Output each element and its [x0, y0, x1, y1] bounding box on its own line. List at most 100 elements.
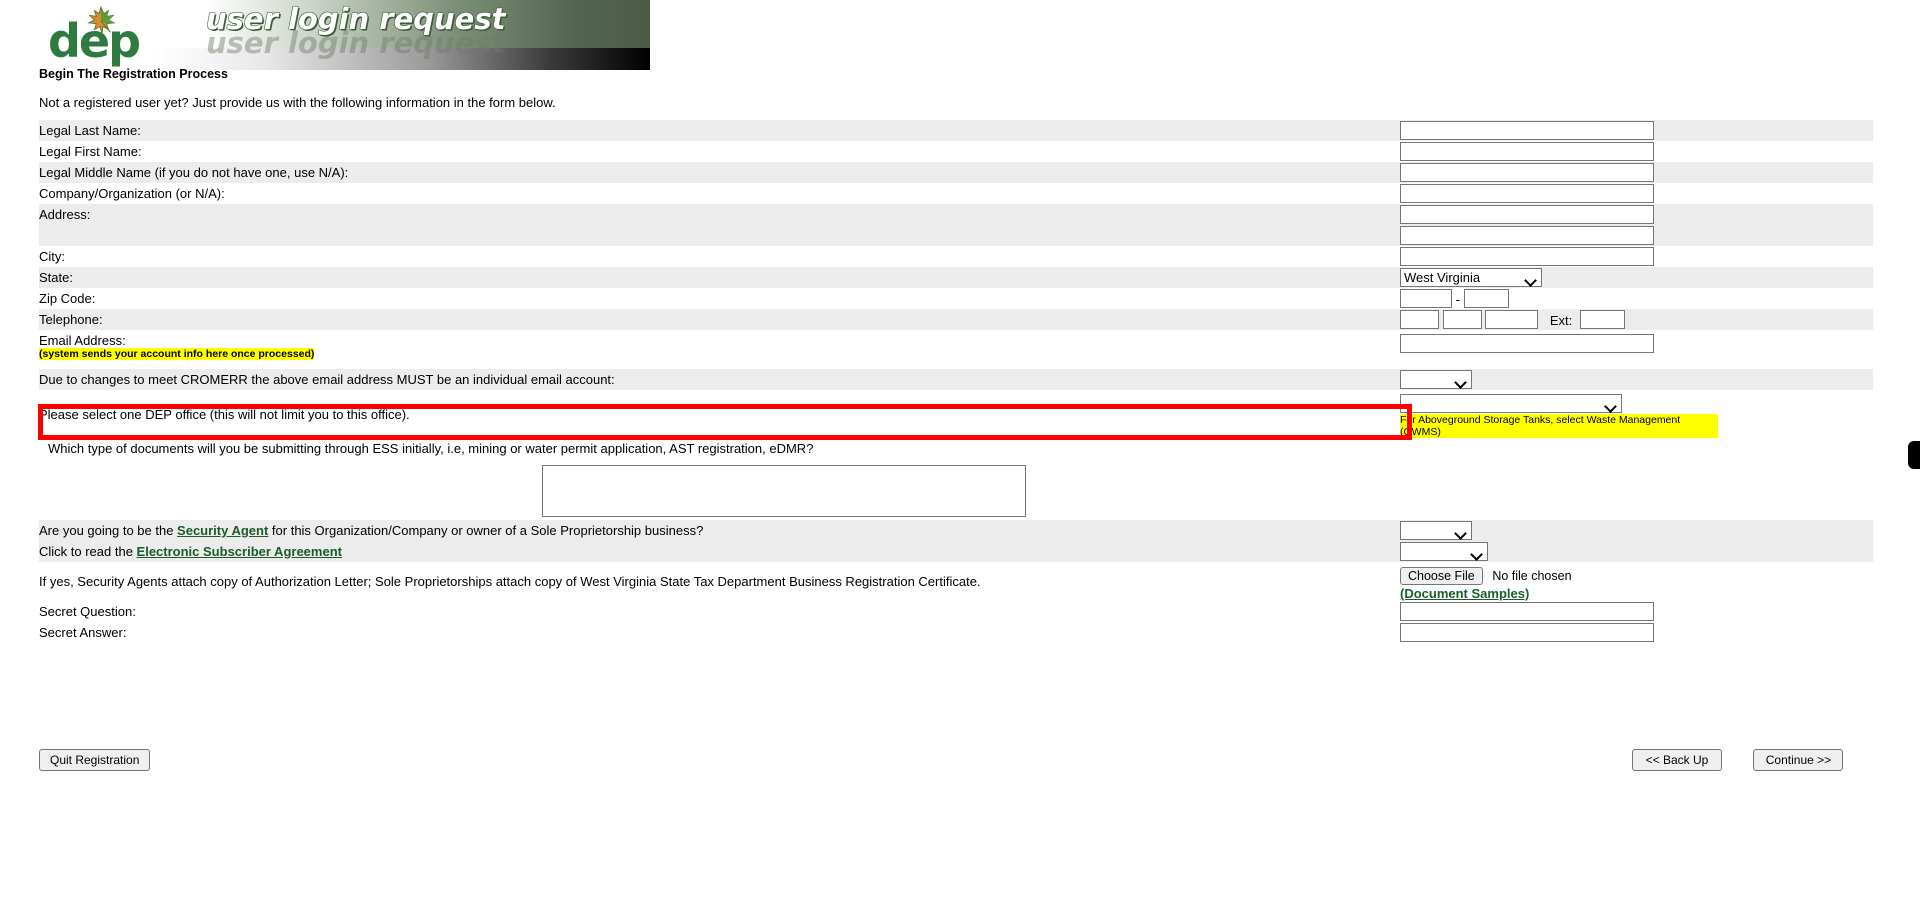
maple-leaf-icon [87, 6, 116, 35]
cell-security-agent [1400, 520, 1718, 541]
spacer-cell [1718, 120, 1873, 141]
legal-first-name-input[interactable] [1400, 142, 1654, 161]
quit-registration-button[interactable]: Quit Registration [39, 749, 151, 771]
company-input[interactable] [1400, 184, 1654, 203]
spacer-cell [1718, 622, 1873, 643]
document-samples-link[interactable]: (Document Samples) [1400, 586, 1529, 601]
security-agent-text-pre: Are you going to be the [39, 523, 178, 538]
file-chosen-status: No file chosen [1492, 569, 1572, 583]
label-telephone: Telephone: [39, 309, 1400, 330]
telephone-prefix-input[interactable] [1442, 310, 1482, 329]
label-address-2 [39, 225, 1400, 246]
cell-legal-first-name [1400, 141, 1718, 162]
cell-address-2 [1400, 225, 1718, 246]
spacer-cell [1718, 246, 1873, 267]
email-note: (system sends your account info here onc… [39, 348, 315, 360]
spacer-cell [1718, 225, 1873, 246]
quit-registration-wrap: Quit Registration [39, 749, 151, 771]
zip-plus4-input[interactable] [1463, 289, 1509, 308]
row-legal-middle-name: Legal Middle Name (if you do not have on… [39, 162, 1873, 183]
cell-city [1400, 246, 1718, 267]
state-select-wrapper: West Virginia [1400, 268, 1542, 287]
spacer-cell [1718, 204, 1873, 225]
dep-logo: dep [48, 6, 156, 66]
subscriber-text-pre: Click to read the [39, 544, 137, 559]
zip-code-input[interactable] [1400, 289, 1452, 308]
label-legal-last-name: Legal Last Name: [39, 120, 1400, 141]
intro-paragraph: Not a registered user yet? Just provide … [39, 95, 556, 110]
legal-middle-name-input[interactable] [1400, 163, 1654, 182]
row-telephone: Telephone: Ext: [39, 309, 1873, 330]
electronic-subscriber-agreement-link[interactable]: Electronic Subscriber Agreement [137, 544, 342, 559]
document-samples-wrap: (Document Samples) [1400, 586, 1718, 601]
label-extension: Ext: [1549, 313, 1573, 329]
dep-office-select[interactable] [1400, 394, 1622, 413]
cell-secret-answer [1400, 622, 1718, 643]
row-secret-answer: Secret Answer: [39, 622, 1873, 643]
choose-file-button[interactable]: Choose File [1400, 567, 1483, 585]
continue-button[interactable]: Continue >> [1753, 749, 1844, 771]
page-banner: user login request user login request de… [46, 0, 650, 70]
cromerr-select-wrapper [1400, 370, 1472, 389]
spacer-cell [1718, 601, 1873, 622]
subscriber-agreement-select[interactable] [1400, 542, 1488, 561]
security-agent-link[interactable]: Security Agent [177, 523, 268, 538]
state-select[interactable]: West Virginia [1400, 268, 1542, 287]
back-up-button[interactable]: << Back Up [1632, 749, 1722, 771]
spacer-cell [1718, 162, 1873, 183]
label-zip: Zip Code: [39, 288, 1400, 309]
row-email-address: Email Address: (system sends your accoun… [39, 330, 1873, 369]
label-dep-office: Please select one DEP office (this will … [39, 390, 1400, 438]
spacer-cell [1718, 562, 1873, 601]
email-address-input[interactable] [1400, 334, 1654, 353]
label-cromerr: Due to changes to meet CROMERR the above… [39, 369, 1400, 390]
address-line1-input[interactable] [1400, 205, 1654, 224]
doc-types-question: Which type of documents will you be subm… [48, 441, 814, 456]
cell-attachment: Choose File No file chosen (Document Sam… [1400, 562, 1718, 601]
row-security-agent: Are you going to be the Security Agent f… [39, 520, 1873, 541]
label-email-address: Email Address: [39, 333, 126, 348]
secret-question-input[interactable] [1400, 602, 1654, 621]
cell-company [1400, 183, 1718, 204]
page-title: Begin The Registration Process [39, 67, 228, 81]
spacer-cell [1718, 438, 1873, 520]
address-line2-input[interactable] [1400, 226, 1654, 245]
label-email-cell: Email Address: (system sends your accoun… [39, 330, 1400, 369]
dep-office-note: For Aboveground Storage Tanks, select Wa… [1400, 414, 1718, 438]
row-state: State: West Virginia [39, 267, 1873, 288]
label-subscriber-agreement: Click to read the Electronic Subscriber … [39, 541, 1400, 562]
telephone-area-input[interactable] [1400, 310, 1439, 329]
cell-secret-question [1400, 601, 1718, 622]
spacer-cell [1718, 369, 1873, 390]
security-agent-select[interactable] [1400, 521, 1472, 540]
label-company: Company/Organization (or N/A): [39, 183, 1400, 204]
label-security-agent: Are you going to be the Security Agent f… [39, 520, 1400, 541]
row-doc-types: Which type of documents will you be subm… [39, 438, 1873, 520]
telephone-ext-input[interactable] [1579, 310, 1625, 329]
secret-answer-input[interactable] [1400, 623, 1654, 642]
city-input[interactable] [1400, 247, 1654, 266]
cell-state: West Virginia [1400, 267, 1718, 288]
label-address: Address: [39, 204, 1400, 225]
spacer-cell [1718, 309, 1873, 330]
cromerr-confirm-select[interactable] [1400, 370, 1472, 389]
security-agent-select-wrapper [1400, 521, 1472, 540]
row-legal-first-name: Legal First Name: [39, 141, 1873, 162]
label-city: City: [39, 246, 1400, 267]
doc-types-textarea[interactable] [542, 465, 1026, 517]
subscriber-select-wrapper [1400, 542, 1488, 561]
label-secret-question: Secret Question: [39, 601, 1400, 622]
legal-last-name-input[interactable] [1400, 121, 1654, 140]
cell-cromerr [1400, 369, 1718, 390]
telephone-line-input[interactable] [1485, 310, 1539, 329]
registration-form-table: Legal Last Name: Legal First Name: Legal… [39, 120, 1873, 643]
security-agent-text-post: for this Organization/Company or owner o… [268, 523, 704, 538]
row-company: Company/Organization (or N/A): [39, 183, 1873, 204]
spacer-cell [1718, 520, 1873, 541]
spacer-cell [1718, 288, 1873, 309]
label-state: State: [39, 267, 1400, 288]
row-address-1: Address: [39, 204, 1873, 225]
spacer-cell [1718, 183, 1873, 204]
dep-office-select-wrapper [1400, 394, 1622, 413]
spacer-cell [1718, 390, 1873, 438]
